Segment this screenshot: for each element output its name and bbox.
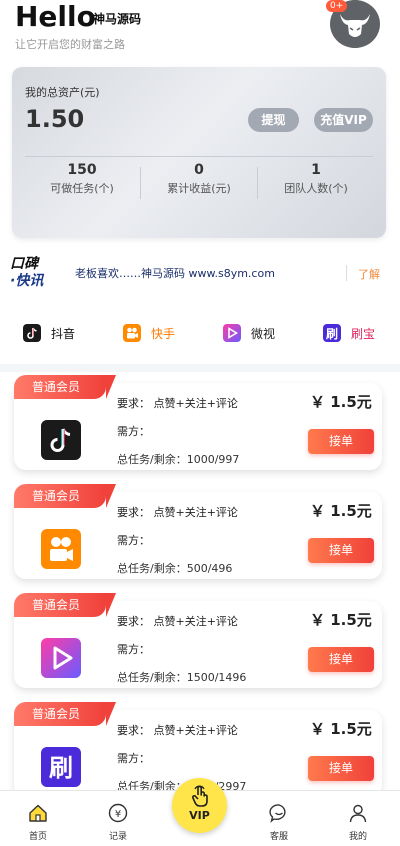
- tab-shuabao[interactable]: 刷 刷宝: [323, 323, 375, 343]
- task-price: ￥ 1.5元: [310, 502, 372, 520]
- task-total-remaining: 总任务/剩余：500/496: [117, 562, 233, 575]
- stat-team-size[interactable]: 1 团队人数(个): [258, 162, 374, 196]
- task-demand: 需方：: [117, 643, 150, 656]
- stat-value: 1: [311, 162, 321, 178]
- yen-circle-icon: ¥: [108, 803, 128, 823]
- accept-task-button[interactable]: 接单: [308, 647, 374, 672]
- home-icon: [29, 804, 47, 822]
- task-card: 普通会员 要求： 点赞+关注+评论 需方： 总任务/剩余：1000/997 ￥ …: [14, 375, 382, 470]
- asset-card: 我的总资产(元) 1.50 提现 充值VIP 150 可做任务(个) 0 累计收…: [12, 67, 386, 238]
- news-logo: 口碑 ·快讯: [10, 256, 50, 292]
- tab-weishi-label: 微视: [251, 326, 276, 341]
- nav-home[interactable]: 首页: [8, 802, 68, 842]
- weishi-icon: [41, 638, 81, 678]
- nav-records-label: 记录: [108, 832, 127, 842]
- greeting: Hello: [15, 0, 96, 33]
- tab-kuaishou[interactable]: 快手: [123, 323, 175, 343]
- recharge-vip-button[interactable]: 充值VIP: [314, 108, 373, 132]
- stat-available-tasks[interactable]: 150 可做任务(个): [24, 162, 140, 196]
- withdraw-button[interactable]: 提现: [248, 108, 299, 132]
- svg-text:刷: 刷: [326, 327, 338, 341]
- task-total-remaining: 总任务/剩余：1500/1496: [117, 671, 247, 684]
- tab-douyin-label: 抖音: [51, 326, 76, 341]
- nav-service[interactable]: 客服: [249, 802, 309, 842]
- brand-name: 神马源码: [93, 12, 142, 26]
- task-price: ￥ 1.5元: [310, 720, 372, 738]
- section-divider: [0, 364, 400, 372]
- member-tag: 普通会员: [14, 593, 116, 617]
- kuaishou-icon: [123, 324, 141, 342]
- member-tag: 普通会员: [14, 702, 116, 726]
- task-requirement: 要求： 点赞+关注+评论: [117, 506, 238, 519]
- svg-text:刷: 刷: [49, 754, 73, 782]
- stat-label: 可做任务(个): [50, 182, 114, 195]
- nav-records[interactable]: ¥ 记录: [88, 802, 148, 842]
- vip-center-button[interactable]: VIP: [172, 778, 227, 833]
- svg-text:¥: ¥: [115, 809, 121, 820]
- member-tag: 普通会员: [14, 375, 116, 399]
- accept-task-button[interactable]: 接单: [308, 756, 374, 781]
- task-price: ￥ 1.5元: [310, 611, 372, 629]
- notice-more-link[interactable]: 了解: [358, 266, 380, 282]
- task-card: 普通会员 要求： 点赞+关注+评论 需方： 总任务/剩余：1500/1496 ￥…: [14, 593, 382, 688]
- app-screen: Hello 神马源码 让它开启您的财富之路 0+ 我的总资产(元) 1.50 提…: [0, 0, 400, 846]
- task-requirement: 要求： 点赞+关注+评论: [117, 397, 238, 410]
- tab-douyin[interactable]: 抖音: [23, 323, 75, 343]
- task-total-remaining: 总任务/剩余：1000/997: [117, 453, 240, 466]
- member-tag: 普通会员: [14, 484, 116, 508]
- stat-value: 150: [67, 162, 97, 178]
- stat-label: 累计收益(元): [167, 182, 231, 195]
- total-assets-value: 1.50: [25, 105, 85, 133]
- divider: [25, 156, 373, 157]
- tap-hand-icon: [191, 785, 208, 807]
- message-badge: 0+: [326, 0, 348, 12]
- stat-total-earnings[interactable]: 0 累计收益(元): [141, 162, 257, 196]
- tab-weishi[interactable]: 微视: [223, 323, 275, 343]
- stat-value: 0: [194, 162, 204, 178]
- total-assets-label: 我的总资产(元): [25, 86, 100, 99]
- chat-icon: [269, 804, 286, 823]
- nav-service-label: 客服: [269, 832, 288, 842]
- weishi-icon: [223, 324, 241, 342]
- shuabao-icon: 刷: [41, 747, 81, 787]
- douyin-icon: [23, 324, 41, 342]
- notice-marquee[interactable]: 老板喜欢……神马源码 www.s8ym.com: [75, 265, 275, 281]
- divider: [346, 265, 347, 281]
- tab-kuaishou-label: 快手: [151, 326, 176, 341]
- task-demand: 需方：: [117, 534, 150, 547]
- nav-home-label: 首页: [28, 832, 47, 842]
- task-demand: 需方：: [117, 752, 150, 765]
- news-logo-line2: ·快讯: [10, 273, 44, 289]
- news-logo-line1: 口碑: [10, 256, 38, 272]
- stat-label: 团队人数(个): [284, 182, 348, 195]
- kuaishou-icon: [41, 529, 81, 569]
- tab-shuabao-label: 刷宝: [351, 326, 376, 341]
- task-price: ￥ 1.5元: [310, 393, 372, 411]
- user-icon: [349, 804, 367, 823]
- accept-task-button[interactable]: 接单: [308, 429, 374, 454]
- accept-task-button[interactable]: 接单: [308, 538, 374, 563]
- task-demand: 需方：: [117, 425, 150, 438]
- nav-mine-label: 我的: [348, 832, 367, 842]
- douyin-icon: [41, 420, 81, 460]
- task-card: 普通会员 要求： 点赞+关注+评论 需方： 总任务/剩余：500/496 ￥ 1…: [14, 484, 382, 579]
- task-requirement: 要求： 点赞+关注+评论: [117, 615, 238, 628]
- shuabao-icon: 刷: [323, 324, 341, 342]
- slogan: 让它开启您的财富之路: [15, 38, 125, 51]
- vip-label: VIP: [189, 809, 210, 822]
- task-requirement: 要求： 点赞+关注+评论: [117, 724, 238, 737]
- nav-mine[interactable]: 我的: [328, 802, 388, 842]
